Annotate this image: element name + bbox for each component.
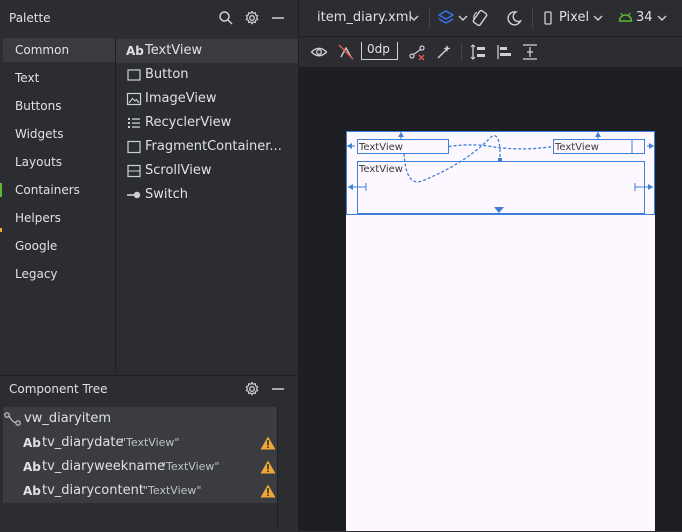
guidelines-icon[interactable] <box>521 43 539 61</box>
textview-weekname-box[interactable]: TextView <box>553 132 645 154</box>
textview-date-label: TextView <box>358 142 403 153</box>
chevron-down-icon[interactable] <box>657 13 667 23</box>
design-surface-icon[interactable] <box>437 9 455 27</box>
palette-item-switch[interactable]: Switch <box>116 183 298 207</box>
textview-icon: Ab <box>126 44 144 58</box>
category-common[interactable]: Common <box>3 38 115 62</box>
pack-icon[interactable] <box>469 43 487 61</box>
warning-icon[interactable] <box>260 436 276 450</box>
category-legacy[interactable]: Legacy <box>3 262 115 286</box>
tree-root-label: vw_diaryitem <box>24 411 112 426</box>
textview-icon: Ab <box>23 436 41 450</box>
constraint-layout-icon <box>4 412 21 426</box>
tree-scrollbar-track[interactable] <box>277 407 298 531</box>
align-icon[interactable] <box>495 43 513 61</box>
component-tree-title: Component Tree <box>9 382 108 396</box>
textview-content-box[interactable]: TextView <box>348 161 653 214</box>
palette-item-fragmentcontainer[interactable]: FragmentContainer... <box>116 135 298 159</box>
chevron-down-icon[interactable] <box>458 13 468 23</box>
warning-icon[interactable] <box>260 460 276 474</box>
device-dropdown[interactable]: Pixel <box>559 10 589 25</box>
clear-constraints-icon[interactable] <box>408 43 426 61</box>
tree-row-diaryweekname[interactable]: Ab tv_diaryweekname "TextView" <box>3 455 277 479</box>
default-margin-value: 0dp <box>367 42 390 56</box>
orientation-icon[interactable] <box>471 9 489 27</box>
gear-icon[interactable] <box>244 10 260 26</box>
category-layouts[interactable]: Layouts <box>3 150 115 174</box>
toolbar-divider <box>532 8 533 28</box>
tree-row-diarycontent[interactable]: Ab tv_diarycontent "TextView" <box>3 479 277 503</box>
autoconnect-off-icon[interactable] <box>337 43 355 61</box>
edge-marker <box>0 183 2 197</box>
category-buttons[interactable]: Buttons <box>3 94 115 118</box>
palette-item-recyclerview[interactable]: RecyclerView <box>116 111 298 135</box>
tree-item-id: tv_diaryweekname <box>42 459 166 474</box>
palette-item-imageview[interactable]: ImageView <box>116 87 298 111</box>
textview-icon: Ab <box>23 484 41 498</box>
textview-icon: Ab <box>23 460 41 474</box>
warning-icon[interactable] <box>260 484 276 498</box>
tree-row-root[interactable]: vw_diaryitem <box>3 407 277 431</box>
category-widgets[interactable]: Widgets <box>3 122 115 146</box>
gear-icon[interactable] <box>244 381 260 397</box>
textview-weekname-label: TextView <box>554 142 599 153</box>
toolbar-divider <box>461 42 462 62</box>
scrollview-icon <box>127 164 141 178</box>
android-icon[interactable] <box>618 11 633 23</box>
edge-marker <box>0 228 2 232</box>
textview-date-box[interactable]: TextView <box>357 132 449 154</box>
fragmentcontainer-icon <box>127 140 141 154</box>
blueprint-overlay: TextView TextView TextView <box>346 131 655 215</box>
palette-title: Palette <box>9 11 51 25</box>
tree-item-type: "TextView" <box>121 436 180 449</box>
tree-item-type: "TextView" <box>161 460 220 473</box>
chevron-down-icon[interactable] <box>593 13 603 23</box>
button-icon <box>127 69 141 81</box>
file-name-dropdown[interactable]: item_diary.xml <box>317 10 412 25</box>
palette-item-button[interactable]: Button <box>116 63 298 87</box>
tree-item-id: tv_diarycontent <box>42 483 144 498</box>
category-google[interactable]: Google <box>3 234 115 258</box>
tree-row-diarydate[interactable]: Ab tv_diarydate "TextView" <box>3 431 277 455</box>
category-helpers[interactable]: Helpers <box>3 206 115 230</box>
layout-toolbar <box>299 37 682 68</box>
recyclerview-icon <box>128 118 140 128</box>
eye-icon[interactable] <box>310 44 328 60</box>
chevron-down-icon[interactable] <box>409 13 419 23</box>
minimize-icon[interactable] <box>270 10 286 26</box>
minimize-icon[interactable] <box>270 381 286 397</box>
switch-icon <box>127 191 141 199</box>
night-mode-icon[interactable] <box>505 9 523 27</box>
device-phone-icon[interactable] <box>543 11 553 25</box>
tree-item-id: tv_diarydate <box>42 435 124 450</box>
toolbar-divider <box>429 8 430 28</box>
category-containers[interactable]: Containers <box>3 178 115 202</box>
category-text[interactable]: Text <box>3 66 115 90</box>
palette-item-textview[interactable]: Ab TextView <box>116 39 298 63</box>
search-icon[interactable] <box>218 10 234 26</box>
palette-category-list: Common Text Buttons Widgets Layouts Cont… <box>0 36 116 374</box>
api-level-dropdown[interactable]: 34 <box>636 10 653 25</box>
tree-item-type: "TextView" <box>143 484 202 497</box>
palette-item-scrollview[interactable]: ScrollView <box>116 159 298 183</box>
imageview-icon <box>126 92 142 106</box>
textview-content-label: TextView <box>358 164 403 175</box>
infer-constraints-icon[interactable] <box>435 43 453 61</box>
